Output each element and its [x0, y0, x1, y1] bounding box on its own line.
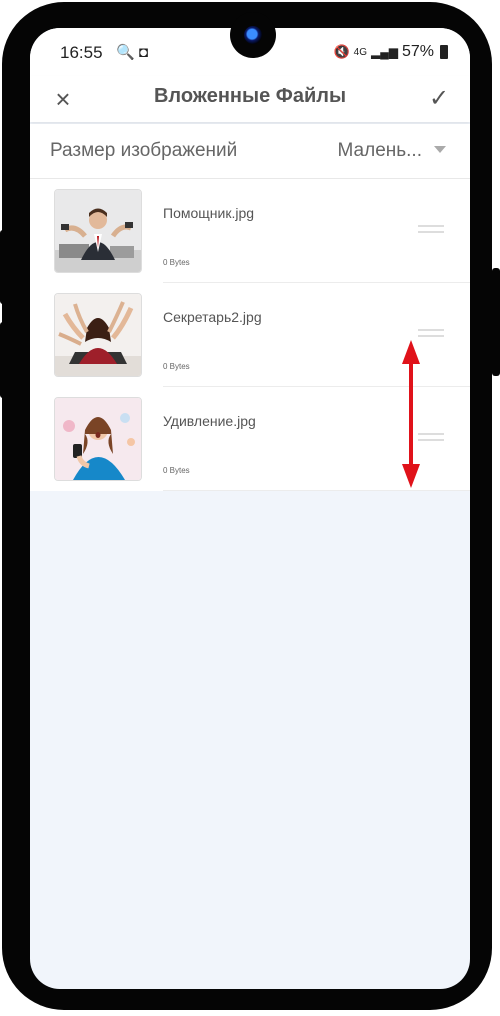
image-size-value: Малень... — [337, 140, 423, 161]
file-size: 0 Bytes — [163, 258, 190, 267]
status-right-group: 🔇 4G ▂▄▆ 57% — [333, 43, 448, 61]
battery-percent: 57% — [401, 43, 434, 60]
status-time: 16:55 — [60, 43, 103, 62]
screen: 16:55 🔍 ◘ 🔇 4G ▂▄▆ 57% × Вложенные Файлы… — [30, 28, 470, 989]
file-thumbnail[interactable] — [54, 397, 142, 481]
side-button-left-bottom — [0, 322, 10, 398]
file-name: Секретарь2.jpg — [163, 309, 262, 325]
file-thumbnail[interactable] — [54, 293, 142, 377]
confirm-button[interactable]: ✓ — [424, 84, 454, 114]
page-title: Вложенные Файлы — [153, 85, 347, 107]
front-camera — [230, 12, 276, 58]
dropdown-caret-icon — [434, 146, 446, 153]
file-size: 0 Bytes — [163, 362, 190, 371]
network-type: 4G — [353, 46, 367, 58]
drag-handle-icon[interactable] — [418, 433, 444, 441]
file-thumbnail[interactable] — [54, 189, 142, 273]
mute-icon: 🔇 — [333, 44, 350, 59]
reorder-arrow-icon — [402, 340, 420, 488]
file-name: Удивление.jpg — [163, 413, 256, 429]
image-size-selector[interactable]: Размер изображений Малень... — [30, 124, 470, 179]
file-item[interactable]: Помощник.jpg 0 Bytes — [30, 179, 470, 283]
drag-handle-icon[interactable] — [418, 225, 444, 233]
status-notification-icons: 🔍 ◘ — [116, 44, 148, 61]
side-button-left-top — [0, 230, 10, 304]
battery-icon — [440, 45, 448, 59]
side-button-right — [492, 268, 500, 376]
checkmark-icon: ✓ — [428, 85, 450, 112]
app-bar: × Вложенные Файлы ✓ — [30, 76, 470, 122]
file-name: Помощник.jpg — [163, 205, 255, 221]
file-size: 0 Bytes — [163, 466, 190, 475]
divider — [163, 490, 470, 491]
image-size-label: Размер изображений — [50, 140, 238, 161]
signal-icon: ▂▄▆ — [371, 45, 398, 59]
drag-handle-icon[interactable] — [418, 329, 444, 337]
